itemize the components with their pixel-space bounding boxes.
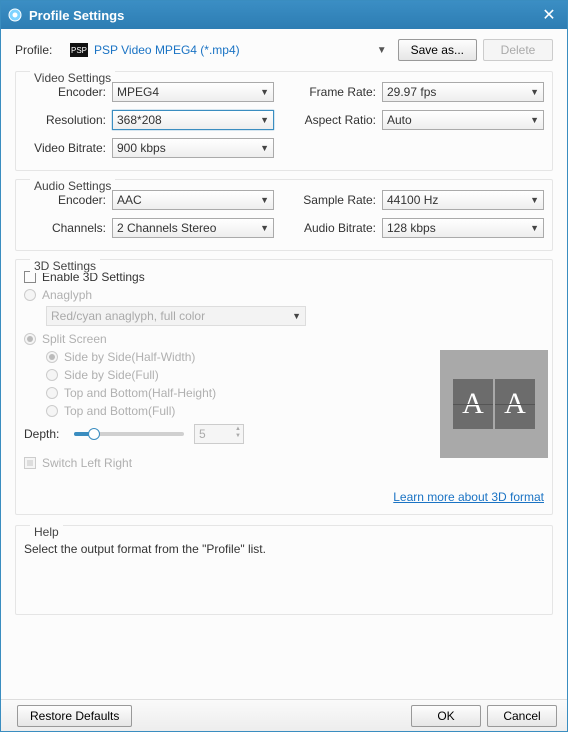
help-group-title: Help — [30, 525, 63, 539]
audio-bitrate-label: Audio Bitrate: — [294, 221, 382, 235]
profile-dropdown[interactable]: PSP PSP Video MPEG4 (*.mp4) ▼ — [65, 40, 392, 60]
framerate-label: Frame Rate: — [294, 85, 382, 99]
chevron-down-icon: ▼ — [260, 195, 269, 205]
sbs-half-label: Side by Side(Half-Width) — [64, 350, 195, 364]
chevron-down-icon: ▼ — [530, 87, 539, 97]
footer: Restore Defaults OK Cancel — [1, 699, 567, 731]
split-screen-label: Split Screen — [42, 332, 107, 346]
delete-button: Delete — [483, 39, 553, 61]
preview-tile-left: A — [453, 379, 493, 429]
depth-slider[interactable] — [74, 432, 184, 436]
samplerate-dropdown[interactable]: 44100 Hz▼ — [382, 190, 544, 210]
cancel-button[interactable]: Cancel — [487, 705, 557, 727]
profile-label: Profile: — [15, 43, 65, 57]
audio-bitrate-dropdown[interactable]: 128 kbps▼ — [382, 218, 544, 238]
close-icon[interactable]: ✕ — [537, 5, 561, 25]
tab-full-radio — [46, 405, 58, 417]
3d-preview: A A — [440, 350, 548, 458]
restore-defaults-button[interactable]: Restore Defaults — [17, 705, 132, 727]
slider-thumb[interactable] — [88, 428, 100, 440]
resolution-label: Resolution: — [24, 113, 112, 127]
chevron-down-icon: ▼ — [235, 433, 241, 440]
3d-group-title: 3D Settings — [30, 259, 100, 273]
depth-label: Depth: — [24, 427, 74, 441]
split-screen-radio — [24, 333, 36, 345]
audio-encoder-dropdown[interactable]: AAC▼ — [112, 190, 274, 210]
save-as-button[interactable]: Save as... — [398, 39, 477, 61]
chevron-down-icon: ▼ — [260, 87, 269, 97]
chevron-down-icon: ▼ — [260, 115, 269, 125]
video-bitrate-label: Video Bitrate: — [24, 141, 112, 155]
tab-half-radio — [46, 387, 58, 399]
video-settings-group: Video Settings Encoder: MPEG4▼ Frame Rat… — [15, 71, 553, 171]
video-encoder-dropdown[interactable]: MPEG4▼ — [112, 82, 274, 102]
switch-lr-label: Switch Left Right — [42, 456, 132, 470]
window-title: Profile Settings — [29, 8, 537, 23]
channels-label: Channels: — [24, 221, 112, 235]
framerate-dropdown[interactable]: 29.97 fps▼ — [382, 82, 544, 102]
chevron-down-icon: ▼ — [260, 223, 269, 233]
psp-icon: PSP — [70, 43, 88, 57]
samplerate-label: Sample Rate: — [294, 193, 382, 207]
video-bitrate-dropdown[interactable]: 900 kbps▼ — [112, 138, 274, 158]
audio-group-title: Audio Settings — [30, 179, 115, 193]
titlebar: Profile Settings ✕ — [1, 1, 567, 29]
profile-value: PSP Video MPEG4 (*.mp4) — [94, 43, 377, 57]
app-icon — [7, 7, 23, 23]
sbs-full-radio — [46, 369, 58, 381]
learn-more-link[interactable]: Learn more about 3D format — [393, 490, 544, 504]
switch-lr-checkbox — [24, 457, 36, 469]
chevron-down-icon: ▼ — [530, 223, 539, 233]
preview-tile-right: A — [495, 379, 535, 429]
audio-settings-group: Audio Settings Encoder: AAC▼ Sample Rate… — [15, 179, 553, 251]
chevron-down-icon: ▼ — [292, 311, 301, 321]
chevron-down-icon: ▼ — [260, 143, 269, 153]
video-encoder-label: Encoder: — [24, 85, 112, 99]
anaglyph-label: Anaglyph — [42, 288, 92, 302]
help-group: Help Select the output format from the "… — [15, 525, 553, 615]
channels-dropdown[interactable]: 2 Channels Stereo▼ — [112, 218, 274, 238]
anaglyph-type-dropdown: Red/cyan anaglyph, full color▼ — [46, 306, 306, 326]
resolution-dropdown[interactable]: 368*208▼ — [112, 110, 274, 130]
depth-spinner: 5 ▲▼ — [194, 424, 244, 444]
chevron-up-icon: ▲ — [235, 426, 241, 433]
chevron-down-icon: ▼ — [530, 195, 539, 205]
aspect-label: Aspect Ratio: — [294, 113, 382, 127]
audio-encoder-label: Encoder: — [24, 193, 112, 207]
chevron-down-icon: ▼ — [377, 45, 387, 56]
aspect-dropdown[interactable]: Auto▼ — [382, 110, 544, 130]
ok-button[interactable]: OK — [411, 705, 481, 727]
anaglyph-radio — [24, 289, 36, 301]
help-text: Select the output format from the "Profi… — [24, 542, 544, 556]
sbs-half-radio — [46, 351, 58, 363]
chevron-down-icon: ▼ — [530, 115, 539, 125]
sbs-full-label: Side by Side(Full) — [64, 368, 159, 382]
tab-full-label: Top and Bottom(Full) — [64, 404, 175, 418]
video-group-title: Video Settings — [30, 71, 115, 85]
tab-half-label: Top and Bottom(Half-Height) — [64, 386, 216, 400]
